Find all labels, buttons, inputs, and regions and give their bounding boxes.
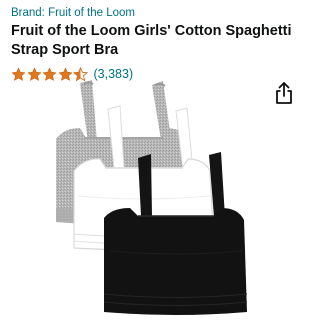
product-image[interactable] xyxy=(0,76,309,320)
product-header: Brand: Fruit of the Loom Fruit of the Lo… xyxy=(11,6,303,83)
product-title: Fruit of the Loom Girls' Cotton Spaghett… xyxy=(11,23,292,58)
brand-link[interactable]: Brand: Fruit of the Loom xyxy=(11,6,303,20)
